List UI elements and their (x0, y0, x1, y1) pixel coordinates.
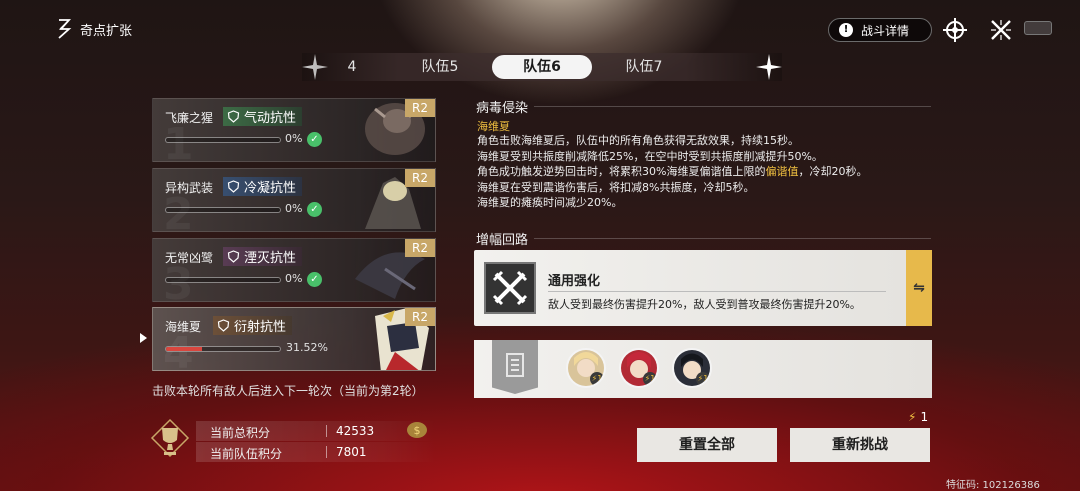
tab-team-4[interactable]: 4 (332, 53, 372, 81)
serial-code: 特征码: 102126386 (946, 480, 1040, 491)
close-icon[interactable] (988, 17, 1014, 43)
virus-line: 海维夏的瘫痪时间减少20%。 (477, 196, 623, 209)
team-member-avatar[interactable]: ⚡1 (566, 348, 606, 388)
resist-tag: 湮灭抗性 (223, 247, 303, 266)
divider (534, 106, 931, 107)
virus-line: 角色成功触发逆势回击时，将累积30%海维夏偏谐值上限的偏谐值，冷却20秒。 (477, 165, 868, 178)
progress-bar (165, 137, 281, 143)
score-coin-icon: $ (407, 422, 427, 438)
virus-description: 角色击败海维夏后，队伍中的所有角色获得无敌效果，持续15秒。 海维夏受到共振度削… (477, 133, 917, 211)
swap-buff-button[interactable]: ⇋ (906, 250, 932, 326)
team-score-row: 当前队伍积分 7801 (196, 442, 436, 462)
enemy-card-1[interactable]: 1 飞廉之猩 气动抗性 0% ✓ R2 (152, 98, 436, 162)
crossed-swords-icon (492, 270, 528, 306)
shield-icon (227, 180, 240, 193)
progress-bar (165, 277, 281, 283)
resist-tag: 衍射抗性 (213, 316, 293, 335)
virus-target-name: 海维夏 (477, 120, 510, 133)
tab-team-7[interactable]: 队伍7 (614, 53, 674, 81)
selected-indicator-icon (140, 333, 147, 343)
team-score-value: 7801 (336, 445, 367, 459)
svg-text:$: $ (414, 424, 421, 437)
team-score-label: 当前队伍积分 (210, 447, 283, 461)
enemy-card-2[interactable]: 2 异构武装 冷凝抗性 0% ✓ R2 (152, 168, 436, 232)
rank-badge: R2 (405, 169, 435, 187)
enemy-name: 无常凶鹭 (165, 251, 214, 265)
check-icon: ✓ (307, 202, 322, 217)
rank-badge: R2 (405, 239, 435, 257)
energy-cost: ⚡ 1 (908, 410, 928, 424)
buff-section-title: 增幅回路 (476, 233, 529, 248)
enemy-card-4[interactable]: 4 海维夏 衍射抗性 31.52% R2 (152, 307, 436, 371)
divider (326, 425, 327, 437)
trophy-icon (150, 418, 190, 458)
team-tab-bar: 4 队伍5 队伍6 队伍7 (302, 53, 782, 81)
shield-icon (217, 319, 230, 332)
network-icon[interactable] (942, 17, 968, 43)
total-score-value: 42533 (336, 424, 375, 438)
progress-text: 31.52% (286, 341, 328, 354)
battery-icon (1024, 21, 1052, 35)
highlight-term: 偏谐值 (765, 165, 799, 178)
level-badge: ⚡1 (643, 372, 657, 386)
mode-header: 奇点扩张 (56, 18, 132, 40)
info-icon: ! (839, 23, 853, 37)
check-icon: ✓ (307, 272, 322, 287)
team-member-avatar[interactable]: ⚡1 (672, 348, 712, 388)
enemy-name: 海维夏 (165, 320, 202, 334)
singularity-logo-icon (58, 19, 72, 39)
rank-badge: R2 (405, 308, 435, 326)
tab-team-5[interactable]: 队伍5 (410, 53, 470, 81)
buff-icon-frame (484, 262, 536, 314)
enemy-name: 异构武装 (165, 181, 214, 195)
team-member-avatar[interactable]: ⚡1 (619, 348, 659, 388)
virus-section-title: 病毒侵染 (476, 101, 529, 116)
buff-description: 敌人受到最终伤害提升20%，敌人受到普攻最终伤害提升20%。 (548, 298, 861, 311)
battle-detail-label: 战斗详情 (861, 23, 910, 38)
resist-tag: 冷凝抗性 (223, 177, 303, 196)
rank-badge: R2 (405, 99, 435, 117)
next-team-icon[interactable] (756, 54, 782, 80)
round-info: 击败本轮所有敌人后进入下一轮次（当前为第2轮） (152, 384, 424, 398)
buff-name: 通用强化 (548, 274, 601, 289)
team-banner-icon (492, 340, 538, 394)
reset-all-button[interactable]: 重置全部 (637, 428, 777, 462)
battle-detail-button[interactable]: ! 战斗详情 (828, 18, 932, 42)
divider (326, 446, 327, 458)
buff-card[interactable]: 通用强化 敌人受到最终伤害提升20%，敌人受到普攻最终伤害提升20%。 ⇋ (474, 250, 932, 326)
shield-icon (227, 250, 240, 263)
resist-label: 气动抗性 (244, 111, 297, 126)
check-icon: ✓ (307, 132, 322, 147)
shield-icon (227, 110, 240, 123)
rechallenge-button[interactable]: 重新挑战 (790, 428, 930, 462)
divider (548, 291, 886, 292)
enemy-card-3[interactable]: 3 无常凶鹭 湮灭抗性 0% ✓ R2 (152, 238, 436, 302)
level-badge: ⚡1 (590, 372, 604, 386)
virus-line: 海维夏在受到震谐伤害后，将扣减8%共振度，冷却5秒。 (477, 180, 755, 194)
resist-label: 湮灭抗性 (244, 251, 297, 266)
virus-line: 海维夏受到共振度削减降低25%，在空中时受到共振度削减提升50%。 (477, 149, 823, 163)
lightning-icon: ⚡ (908, 410, 917, 424)
resist-label: 衍射抗性 (234, 320, 287, 335)
progress-bar (165, 346, 281, 352)
progress-bar (165, 207, 281, 213)
total-score-row: 当前总积分 42533 (196, 421, 436, 441)
team-member-panel: ⚡1 ⚡1 ⚡1 (474, 340, 932, 398)
enemy-name: 飞廉之猩 (165, 111, 214, 125)
level-badge: ⚡1 (696, 372, 710, 386)
tab-team-6[interactable]: 队伍6 (492, 55, 592, 79)
mode-title: 奇点扩张 (80, 23, 133, 39)
total-score-label: 当前总积分 (210, 426, 271, 440)
energy-value: 1 (920, 410, 929, 424)
divider (534, 238, 931, 239)
virus-line: 角色击败海维夏后，队伍中的所有角色获得无敌效果，持续15秒。 (477, 134, 799, 147)
resist-label: 冷凝抗性 (244, 181, 297, 196)
resist-tag: 气动抗性 (223, 107, 303, 126)
